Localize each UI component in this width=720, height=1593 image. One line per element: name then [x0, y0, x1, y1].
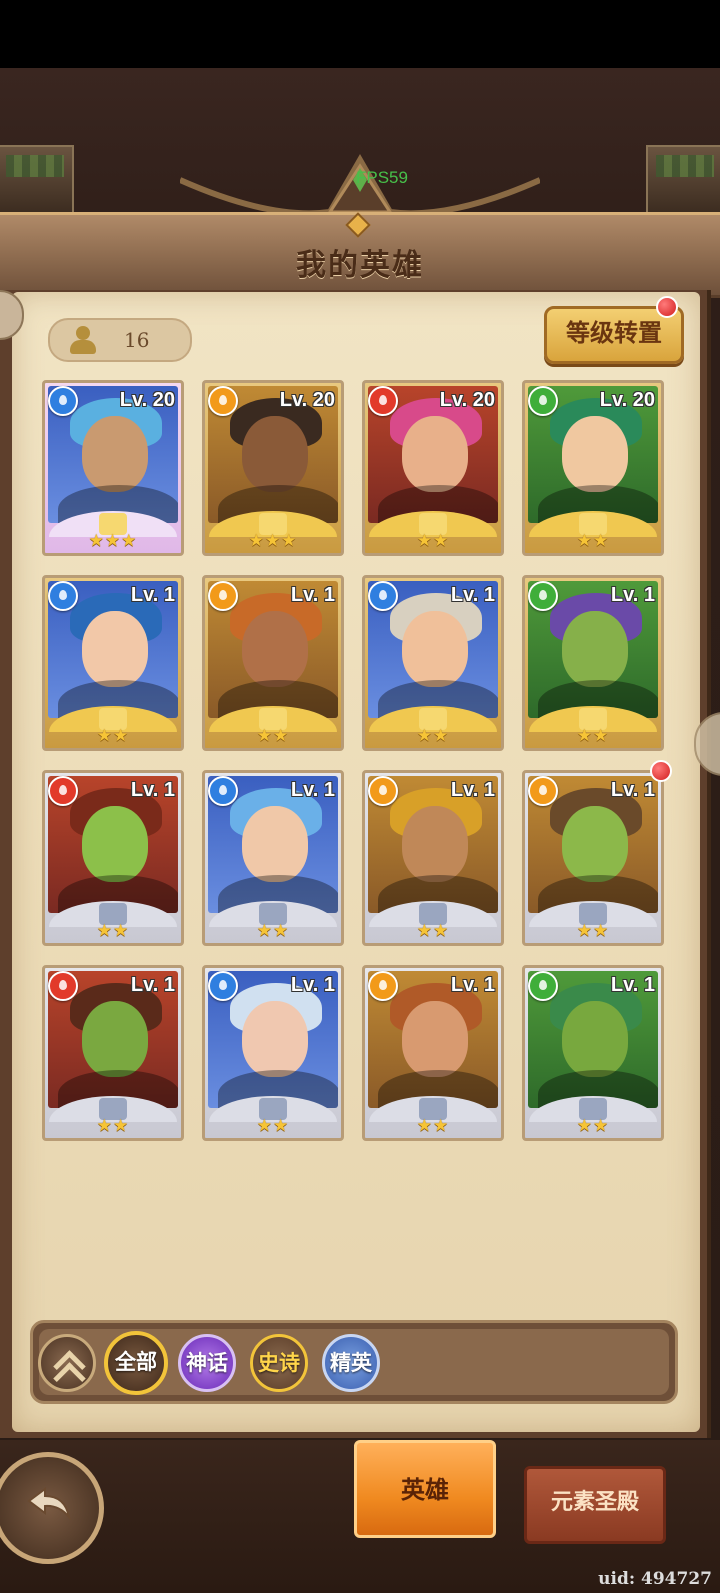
light-icon [368, 776, 398, 806]
nature-icon [528, 971, 558, 1001]
hero-stars: ★★ [576, 531, 610, 550]
person-icon [68, 325, 98, 355]
light-icon [208, 581, 238, 611]
nature-icon [528, 581, 558, 611]
fire-icon [48, 971, 78, 1001]
filter-elite-button[interactable]: 精英 [322, 1334, 380, 1392]
fire-icon [48, 776, 78, 806]
hero-stars: ★★ [576, 1116, 610, 1135]
hero-level: Lv. 20 [599, 389, 655, 411]
hero-card[interactable]: Lv. 1 ★★ [42, 770, 184, 946]
hero-card[interactable]: Lv. 1 ★★ [362, 770, 504, 946]
hero-card[interactable]: Lv. 1 ★★ [522, 965, 664, 1141]
back-arrow-icon [27, 1487, 71, 1521]
hero-card[interactable]: Lv. 1 ★★ [202, 770, 344, 946]
hero-level: Lv. 1 [130, 779, 175, 801]
light-icon [208, 386, 238, 416]
hero-level: Lv. 1 [450, 779, 495, 801]
hero-level: Lv. 1 [610, 779, 655, 801]
pillar-left-decoration [0, 145, 74, 215]
water-icon [48, 581, 78, 611]
fire-icon [368, 386, 398, 416]
hero-card[interactable]: Lv. 1 ★★ [362, 575, 504, 751]
hero-level: Lv. 1 [290, 779, 335, 801]
hero-notification-dot [650, 760, 672, 782]
hero-card[interactable]: Lv. 20 ★★★ [202, 380, 344, 556]
water-icon [368, 581, 398, 611]
hero-card[interactable]: Lv. 1 ★★ [42, 965, 184, 1141]
hero-stars: ★★ [416, 531, 450, 550]
nature-icon [528, 386, 558, 416]
pillar-right-decoration [646, 145, 720, 215]
hero-count-pill: 16 [48, 318, 192, 362]
tab-element-temple[interactable]: 元素圣殿 [524, 1466, 666, 1544]
hero-card[interactable]: Lv. 1 ★★ [202, 575, 344, 751]
user-id: uid: 494727 [598, 1569, 712, 1589]
tab-heroes[interactable]: 英雄 [354, 1440, 496, 1538]
water-icon [48, 386, 78, 416]
page-title: 我的英雄 [296, 249, 424, 282]
hero-stars: ★★ [576, 921, 610, 940]
hero-level: Lv. 20 [119, 389, 175, 411]
hero-card[interactable]: Lv. 20 ★★ [362, 380, 504, 556]
hero-level: Lv. 20 [279, 389, 335, 411]
filter-mythic-button[interactable]: 神话 [178, 1334, 236, 1392]
hero-level: Lv. 1 [130, 974, 175, 996]
hero-level: Lv. 1 [450, 974, 495, 996]
hero-card[interactable]: Lv. 20 ★★★ [42, 380, 184, 556]
light-icon [368, 971, 398, 1001]
hero-stars: ★★ [256, 1116, 290, 1135]
hero-stars: ★★ [576, 726, 610, 745]
hero-level: Lv. 20 [439, 389, 495, 411]
hero-stars: ★★ [96, 921, 130, 940]
hero-stars: ★★ [96, 1116, 130, 1135]
hero-card[interactable]: Lv. 1 ★★ [522, 770, 664, 946]
collapse-filter-button[interactable] [38, 1334, 96, 1395]
hero-card[interactable]: Lv. 1 ★★ [42, 575, 184, 751]
notification-dot [656, 296, 678, 318]
hero-card[interactable]: Lv. 20 ★★ [522, 380, 664, 556]
hero-stars: ★★★ [248, 531, 298, 550]
hero-level: Lv. 1 [290, 974, 335, 996]
light-icon [528, 776, 558, 806]
hero-stars: ★★ [416, 726, 450, 745]
hero-stars: ★★ [256, 921, 290, 940]
filter-all-button[interactable]: 全部 [104, 1331, 168, 1395]
filter-epic-button[interactable]: 史诗 [250, 1334, 308, 1392]
hero-count: 16 [124, 328, 150, 352]
water-icon [208, 776, 238, 806]
hero-level: Lv. 1 [610, 974, 655, 996]
hero-level: Lv. 1 [130, 584, 175, 606]
hero-stars: ★★ [256, 726, 290, 745]
hero-stars: ★★ [96, 726, 130, 745]
hero-card[interactable]: Lv. 1 ★★ [522, 575, 664, 751]
hero-level: Lv. 1 [610, 584, 655, 606]
fps-counter: FPS59 [356, 168, 408, 187]
hero-card[interactable]: Lv. 1 ★★ [362, 965, 504, 1141]
hero-stars: ★★★ [88, 531, 138, 550]
water-icon [208, 971, 238, 1001]
status-bar-area [0, 0, 720, 68]
hero-stars: ★★ [416, 921, 450, 940]
hero-stars: ★★ [416, 1116, 450, 1135]
hero-level: Lv. 1 [450, 584, 495, 606]
hero-level: Lv. 1 [290, 584, 335, 606]
hero-card[interactable]: Lv. 1 ★★ [202, 965, 344, 1141]
